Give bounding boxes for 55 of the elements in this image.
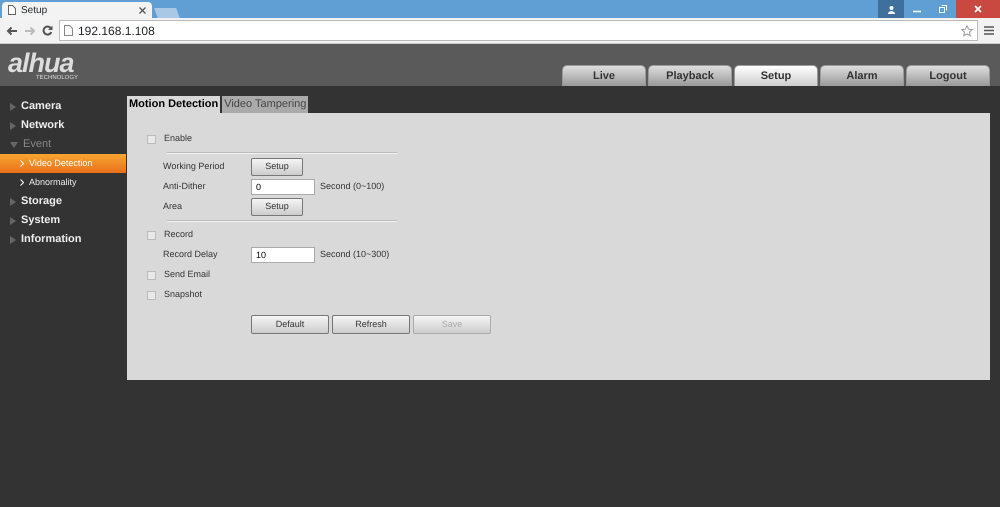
checkbox-label: Enable: [164, 132, 192, 146]
back-icon[interactable]: [6, 26, 18, 36]
setup-button[interactable]: Setup: [251, 198, 303, 216]
chevron-icon: [20, 179, 24, 186]
tab[interactable]: Video Tampering: [222, 96, 308, 113]
input-field[interactable]: 10: [251, 247, 315, 263]
checkbox[interactable]: [147, 134, 156, 144]
checkbox-label: Record: [164, 228, 194, 242]
setup-button[interactable]: Setup: [251, 158, 303, 176]
close-icon[interactable]: [956, 0, 1000, 18]
collapsed-triangle-icon: [10, 102, 16, 110]
collapsed-triangle-icon: [10, 122, 16, 130]
field-label: Working Period: [162, 160, 226, 174]
sidebar-item[interactable]: System: [0, 211, 126, 230]
range-hint: Second (10~300): [320, 248, 390, 262]
browser-tab[interactable]: Setup: [2, 2, 152, 18]
field-label: Record Delay: [162, 248, 219, 262]
checkbox[interactable]: [147, 290, 156, 300]
range-hint: Second (0~100): [320, 180, 384, 194]
action-button[interactable]: Default: [251, 315, 329, 334]
tab[interactable]: Motion Detection: [127, 96, 220, 113]
new-tab-button[interactable]: [154, 8, 180, 18]
nav-tab[interactable]: Playback: [648, 65, 732, 86]
action-button[interactable]: Refresh: [332, 315, 410, 334]
field-label: Area: [162, 200, 184, 214]
field-label: Anti-Dither: [162, 180, 207, 194]
nav-tab[interactable]: Alarm: [820, 65, 904, 86]
checkbox-label: Send Email: [164, 268, 210, 282]
nav-tab[interactable]: Logout: [906, 65, 990, 86]
collapsed-triangle-icon: [10, 236, 16, 244]
chevron-icon: [20, 160, 24, 167]
sidebar-item[interactable]: Information: [0, 230, 126, 249]
forward-icon[interactable]: [24, 26, 36, 36]
sidebar-item[interactable]: Camera: [0, 97, 126, 116]
nav-tab[interactable]: Setup: [734, 65, 818, 86]
sidebar-subitem[interactable]: Abnormality: [0, 173, 126, 192]
address-bar[interactable]: 192.168.1.108: [59, 20, 978, 41]
reload-icon[interactable]: [42, 25, 53, 36]
checkbox[interactable]: [147, 230, 156, 240]
page-icon: [8, 5, 16, 15]
sidebar-item[interactable]: Storage: [0, 192, 126, 211]
star-icon[interactable]: [961, 24, 973, 36]
checkbox[interactable]: [147, 270, 156, 280]
nav-tab[interactable]: Live: [562, 65, 646, 86]
checkbox-label: Snapshot: [164, 288, 202, 302]
close-icon[interactable]: [139, 6, 146, 14]
expanded-triangle-icon: [10, 142, 18, 148]
sidebar-item[interactable]: Network: [0, 116, 126, 135]
page-icon: [64, 25, 73, 36]
input-field[interactable]: 0: [251, 179, 315, 195]
sidebar-item[interactable]: Event: [0, 135, 126, 154]
collapsed-triangle-icon: [10, 198, 16, 206]
user-icon[interactable]: [878, 0, 904, 18]
menu-icon[interactable]: [984, 26, 994, 35]
collapsed-triangle-icon: [10, 216, 16, 224]
